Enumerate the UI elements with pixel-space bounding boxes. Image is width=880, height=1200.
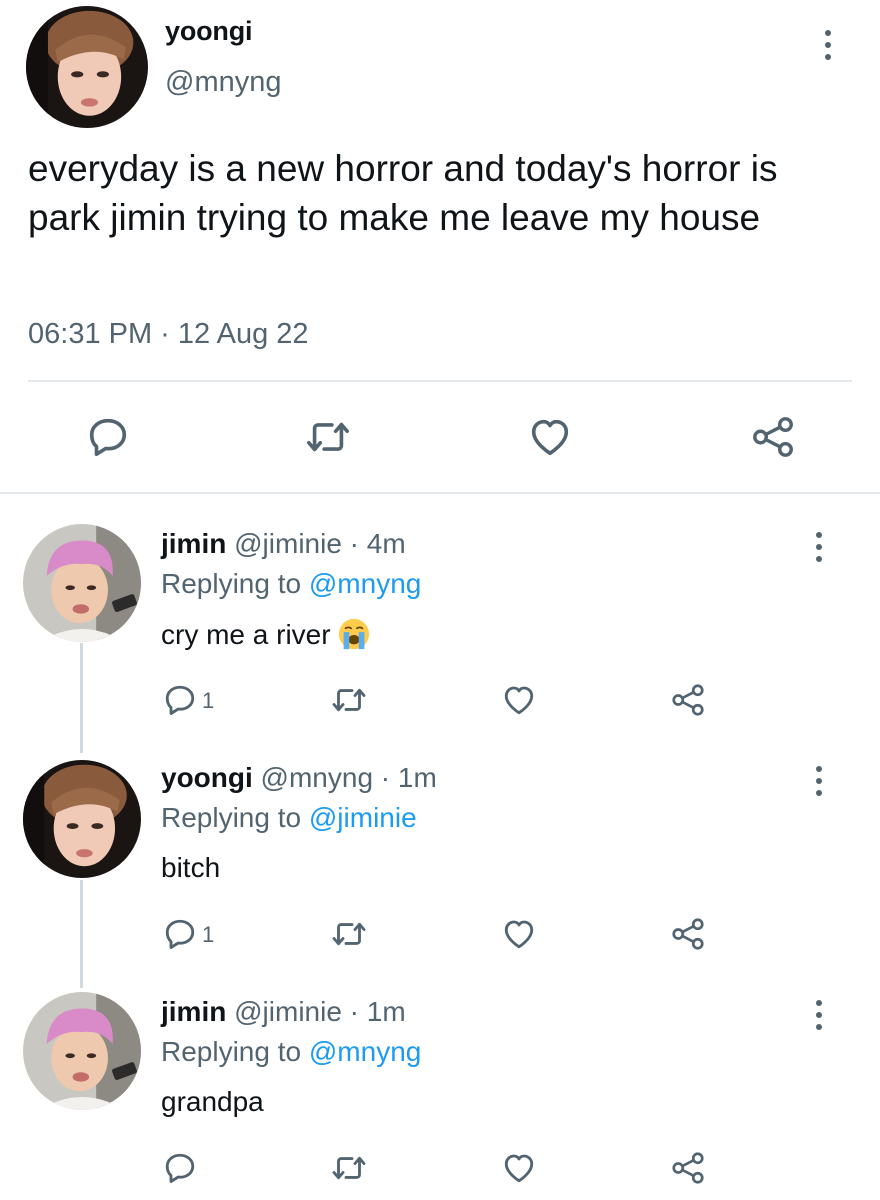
like-icon[interactable]	[501, 916, 537, 952]
author-display-name[interactable]: yoongi	[165, 16, 252, 47]
reply-avatar[interactable]	[23, 760, 141, 878]
loudly-crying-face-icon	[337, 617, 371, 651]
reply-icon[interactable]	[162, 682, 198, 718]
replying-to-mention[interactable]: @jiminie	[309, 802, 417, 833]
reply-header: jimin @jiminie · 1m	[161, 996, 406, 1028]
tweet-timestamp[interactable]: 06:31 PM · 12 Aug 22	[28, 318, 309, 351]
more-options-icon[interactable]	[812, 766, 826, 796]
like-icon[interactable]	[527, 414, 573, 460]
replying-to: Replying to @mnyng	[161, 568, 421, 600]
reply-icon[interactable]	[162, 916, 198, 952]
retweet-icon[interactable]	[331, 1150, 367, 1186]
replying-to-mention[interactable]: @mnyng	[309, 568, 421, 599]
reply-display-name[interactable]: jimin	[161, 996, 226, 1027]
share-icon[interactable]	[670, 1150, 706, 1186]
more-options-icon[interactable]	[812, 1000, 826, 1030]
reply-header: yoongi @mnyng · 1m	[161, 762, 437, 794]
retweet-icon[interactable]	[305, 414, 351, 460]
replying-to-mention[interactable]: @mnyng	[309, 1036, 421, 1067]
reply-text-content: cry me a river	[161, 619, 331, 650]
reply-meta: @jiminie · 4m	[234, 528, 406, 559]
reply-avatar[interactable]	[23, 524, 141, 642]
like-icon[interactable]	[501, 1150, 537, 1186]
reply-icon[interactable]	[162, 1150, 198, 1186]
reply-text: cry me a river	[161, 617, 371, 651]
author-avatar[interactable]	[26, 6, 148, 128]
reply-meta: @jiminie · 1m	[234, 996, 406, 1027]
divider	[0, 492, 880, 494]
share-icon[interactable]	[670, 682, 706, 718]
reply-count: 1	[202, 922, 215, 947]
reply-count: 1	[202, 688, 215, 713]
divider	[28, 380, 852, 382]
more-options-icon[interactable]	[821, 30, 835, 60]
author-handle[interactable]: @mnyng	[165, 66, 281, 99]
reply-display-name[interactable]: jimin	[161, 528, 226, 559]
reply-text: grandpa	[161, 1086, 264, 1117]
reply-display-name[interactable]: yoongi	[161, 762, 253, 793]
reply-text: bitch	[161, 852, 221, 883]
reply-icon[interactable]	[85, 414, 131, 460]
reply-avatar[interactable]	[23, 992, 141, 1110]
replying-to: Replying to @mnyng	[161, 1036, 421, 1068]
replying-to-label: Replying to	[161, 568, 302, 599]
reply-meta: @mnyng · 1m	[260, 762, 437, 793]
replying-to: Replying to @jiminie	[161, 802, 417, 834]
more-options-icon[interactable]	[812, 532, 826, 562]
share-icon[interactable]	[750, 414, 796, 460]
reply-header: jimin @jiminie · 4m	[161, 528, 406, 560]
tweet-text: everyday is a new horror and today's hor…	[28, 148, 778, 238]
retweet-icon[interactable]	[331, 916, 367, 952]
share-icon[interactable]	[670, 916, 706, 952]
replying-to-label: Replying to	[161, 1036, 302, 1067]
retweet-icon[interactable]	[331, 682, 367, 718]
thread-line	[80, 880, 83, 988]
like-icon[interactable]	[501, 682, 537, 718]
replying-to-label: Replying to	[161, 802, 302, 833]
thread-line	[80, 643, 83, 753]
